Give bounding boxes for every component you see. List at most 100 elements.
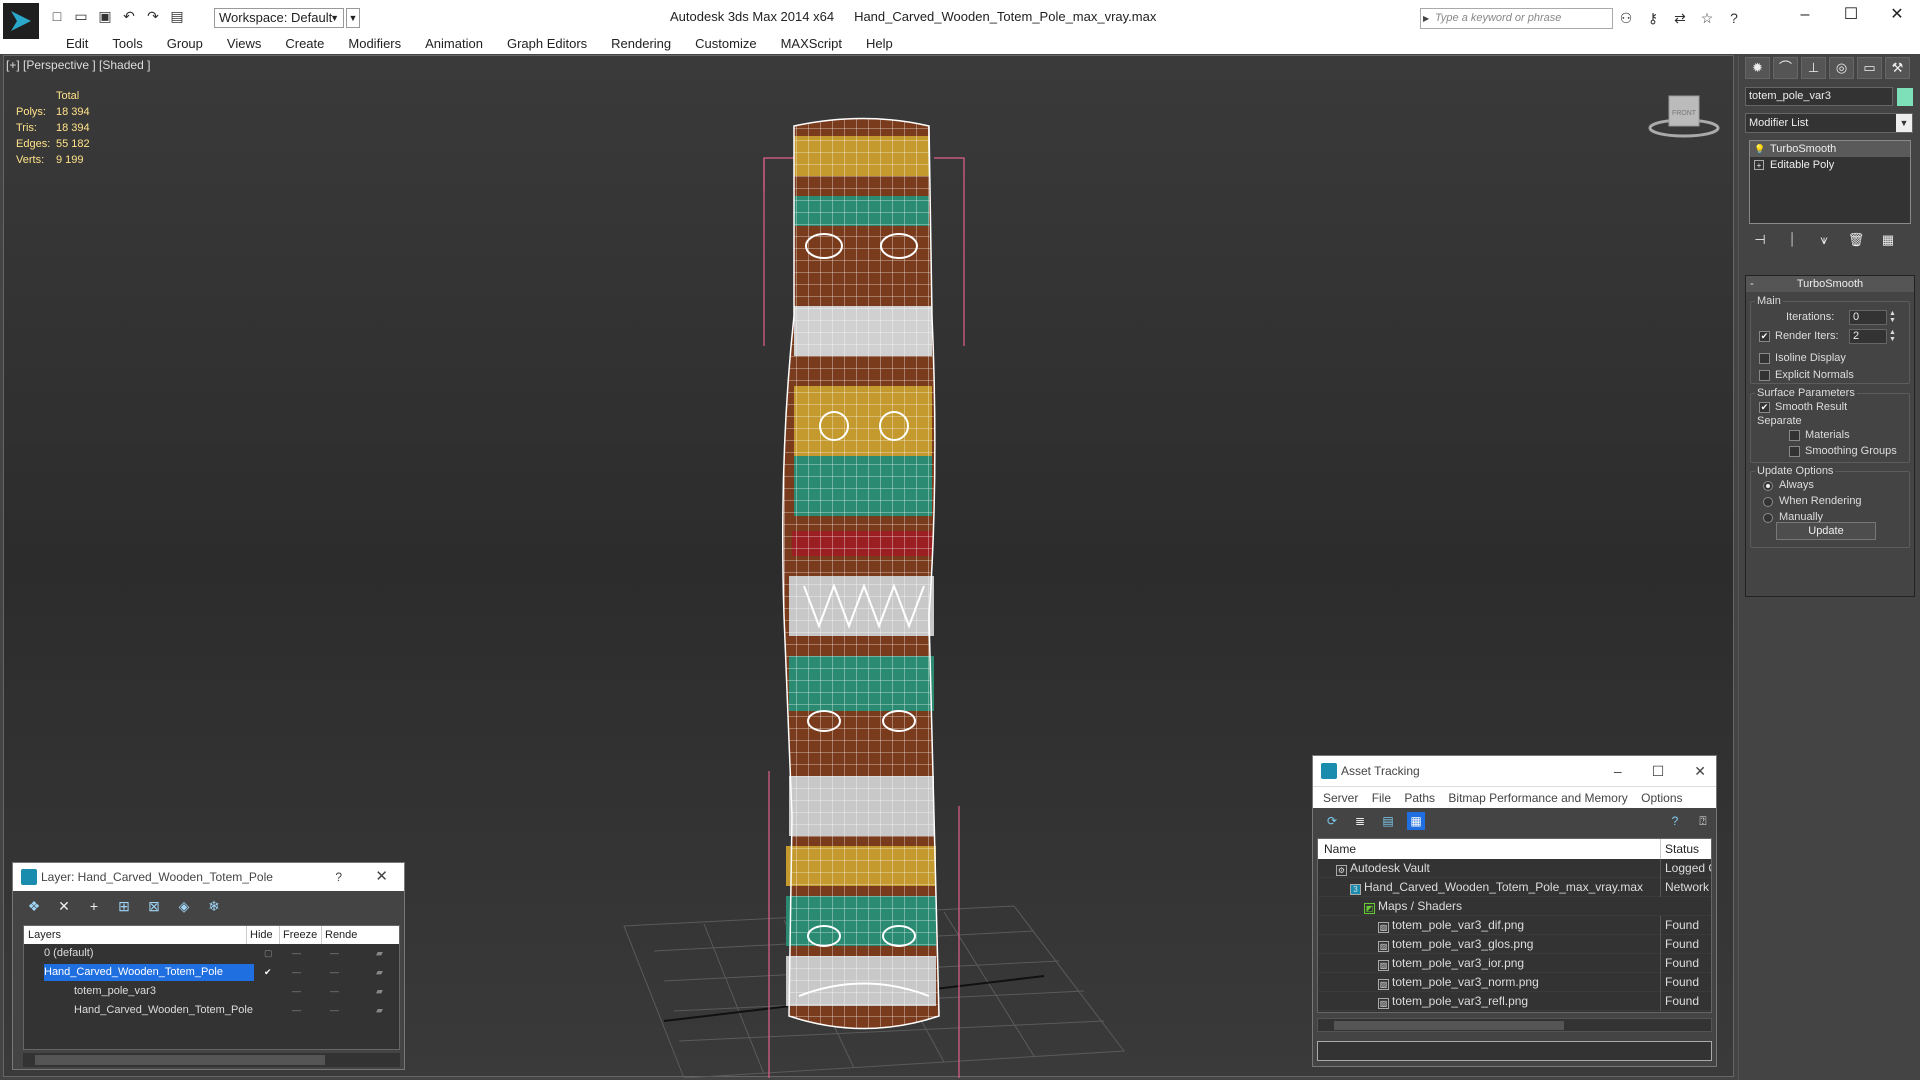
refresh-icon[interactable]: ⟳ xyxy=(1323,812,1341,830)
iterations-spinner[interactable]: 0 xyxy=(1849,310,1887,325)
open-file-icon[interactable]: ▭ xyxy=(72,7,90,25)
menu-rendering[interactable]: Rendering xyxy=(599,35,683,53)
menu-create[interactable]: Create xyxy=(273,35,336,53)
layer-name[interactable]: 0 (default) xyxy=(44,945,98,962)
display-tab-icon[interactable]: ▭ xyxy=(1857,57,1882,79)
rollout-header[interactable]: - TurboSmooth xyxy=(1746,276,1914,292)
column-layers[interactable]: Layers xyxy=(28,926,61,944)
table-row[interactable]: ▨ totem_pole_var3_ior.png Found xyxy=(1318,954,1711,973)
menu-bitmap-performance[interactable]: Bitmap Performance and Memory xyxy=(1448,791,1627,805)
exchange-icon[interactable]: ⇄ xyxy=(1671,9,1689,27)
maximize-icon[interactable]: ☐ xyxy=(1652,756,1665,786)
column-freeze[interactable]: Freeze xyxy=(279,926,317,944)
lightbulb-icon[interactable]: 💡 xyxy=(1754,144,1765,154)
column-status[interactable]: Status xyxy=(1660,839,1699,859)
close-button[interactable]: ✕ xyxy=(1874,0,1920,32)
pin-stack-icon[interactable]: ⊣ xyxy=(1751,232,1769,250)
minimize-icon[interactable]: – xyxy=(1614,756,1622,786)
spinner-arrows-icon[interactable]: ▲ ▼ xyxy=(1889,310,1897,325)
delete-layer-icon[interactable]: ✕ xyxy=(55,897,73,915)
menu-paths[interactable]: Paths xyxy=(1404,791,1435,805)
context-help-icon[interactable]: ⍰ xyxy=(1694,812,1712,830)
materials-checkbox[interactable] xyxy=(1789,430,1800,441)
table-view-icon[interactable]: ▦ xyxy=(1407,812,1425,830)
redo-icon[interactable]: ↷ xyxy=(144,7,162,25)
object-color-swatch[interactable] xyxy=(1897,88,1913,106)
smoothing-groups-checkbox[interactable] xyxy=(1789,446,1800,457)
table-row[interactable]: ▨ totem_pole_var3_dif.png Found xyxy=(1318,916,1711,935)
explicit-normals-checkbox[interactable] xyxy=(1759,370,1770,381)
star-icon[interactable]: ☆ xyxy=(1698,9,1716,27)
table-row[interactable]: Hand_Carved_Wooden_Totem_Pole ✔ — — ▰ xyxy=(24,963,399,982)
render-icon[interactable]: ▰ xyxy=(376,982,383,1001)
horizontal-scrollbar[interactable] xyxy=(23,1053,400,1067)
table-row[interactable]: ▨ totem_pole_var3_norm.png Found xyxy=(1318,973,1711,992)
undo-icon[interactable]: ↶ xyxy=(120,7,138,25)
column-name[interactable]: Name xyxy=(1324,839,1356,859)
layer-name[interactable]: Hand_Carved_Wooden_Totem_Pole xyxy=(44,964,254,981)
binoculars-icon[interactable]: ⚇ xyxy=(1617,9,1635,27)
viewcube[interactable]: FRONT xyxy=(1644,86,1724,149)
hide-all-layers-icon[interactable]: ◈ xyxy=(175,897,193,915)
save-icon[interactable]: ▣ xyxy=(96,7,114,25)
select-in-layer-icon[interactable]: ⊞ xyxy=(115,897,133,915)
app-logo-icon[interactable] xyxy=(3,3,39,39)
workspace-dropdown[interactable]: Workspace: Default ▼ xyxy=(214,8,344,28)
column-render[interactable]: Rende xyxy=(321,926,401,944)
table-row[interactable]: ⚙Autodesk Vault Logged Out xyxy=(1318,859,1711,878)
table-row[interactable]: 3 Hand_Carved_Wooden_Totem_Pole_max_vray.… xyxy=(1318,878,1711,897)
asset-window-titlebar[interactable]: Asset Tracking – ☐ ✕ xyxy=(1313,756,1716,786)
when-rendering-radio[interactable] xyxy=(1763,497,1773,507)
configure-sets-icon[interactable]: ▦ xyxy=(1879,232,1897,250)
smooth-result-checkbox[interactable]: ✔ xyxy=(1759,402,1770,413)
detail-view-icon[interactable]: ▤ xyxy=(1379,812,1397,830)
make-unique-icon[interactable]: ⩛ xyxy=(1815,232,1833,250)
manually-radio[interactable] xyxy=(1763,513,1773,523)
table-row[interactable]: Hand_Carved_Wooden_Totem_Pole — — ▰ xyxy=(24,1001,399,1020)
render-icon[interactable]: ▰ xyxy=(376,963,383,982)
render-iters-checkbox[interactable]: ✔ xyxy=(1759,331,1770,342)
help-icon[interactable]: ? xyxy=(1725,9,1743,27)
menu-graph-editors[interactable]: Graph Editors xyxy=(495,35,599,53)
table-row[interactable]: ▨ totem_pole_var3_refl.png Found xyxy=(1318,992,1711,1011)
menu-options[interactable]: Options xyxy=(1641,791,1682,805)
menu-tools[interactable]: Tools xyxy=(100,35,154,53)
isoline-display-checkbox[interactable] xyxy=(1759,353,1770,364)
layer-window-titlebar[interactable]: Layer: Hand_Carved_Wooden_Totem_Pole ? ✕ xyxy=(13,863,404,891)
modify-tab-icon[interactable]: ⌒ xyxy=(1773,57,1798,79)
menu-animation[interactable]: Animation xyxy=(413,35,495,53)
maximize-button[interactable]: ☐ xyxy=(1828,0,1874,32)
show-end-result-icon[interactable]: ⏐ xyxy=(1783,232,1801,250)
workspace-options-button[interactable]: ▼ xyxy=(346,8,360,28)
object-name[interactable]: totem_pole_var3 xyxy=(74,983,160,1000)
render-iters-spinner[interactable]: 2 xyxy=(1849,329,1887,344)
search-input[interactable]: Type a keyword or phrase xyxy=(1420,8,1613,29)
table-row[interactable]: 0 (default) ▢ — — ▰ xyxy=(24,944,399,963)
object-name[interactable]: Hand_Carved_Wooden_Totem_Pole xyxy=(74,1002,257,1019)
list-view-icon[interactable]: ≣ xyxy=(1351,812,1369,830)
menu-file[interactable]: File xyxy=(1372,791,1391,805)
close-icon[interactable]: ✕ xyxy=(1694,756,1706,786)
render-icon[interactable]: ▰ xyxy=(376,944,383,963)
motion-tab-icon[interactable]: ◎ xyxy=(1829,57,1854,79)
column-hide[interactable]: Hide xyxy=(246,926,273,944)
menu-group[interactable]: Group xyxy=(155,35,215,53)
menu-server[interactable]: Server xyxy=(1323,791,1358,805)
hierarchy-tab-icon[interactable]: ⊥ xyxy=(1801,57,1826,79)
new-file-icon[interactable]: □ xyxy=(48,7,66,25)
key-icon[interactable]: ⚷ xyxy=(1644,9,1662,27)
menu-help[interactable]: Help xyxy=(854,35,905,53)
menu-maxscript[interactable]: MAXScript xyxy=(769,35,854,53)
add-to-layer-icon[interactable]: + xyxy=(85,897,103,915)
render-icon[interactable]: ▰ xyxy=(376,1001,383,1020)
remove-modifier-icon[interactable]: 🗑 xyxy=(1847,232,1865,250)
create-layer-icon[interactable]: ❖ xyxy=(25,897,43,915)
update-button[interactable]: Update xyxy=(1776,522,1876,540)
active-layer-check-icon[interactable]: ✔ xyxy=(264,963,272,982)
expand-icon[interactable]: + xyxy=(1754,160,1764,170)
close-icon[interactable]: ✕ xyxy=(375,863,388,891)
scrollbar-thumb[interactable] xyxy=(35,1055,325,1065)
table-row[interactable]: ▨ totem_pole_var3_glos.png Found xyxy=(1318,935,1711,954)
always-radio[interactable] xyxy=(1763,481,1773,491)
menu-views[interactable]: Views xyxy=(215,35,273,53)
